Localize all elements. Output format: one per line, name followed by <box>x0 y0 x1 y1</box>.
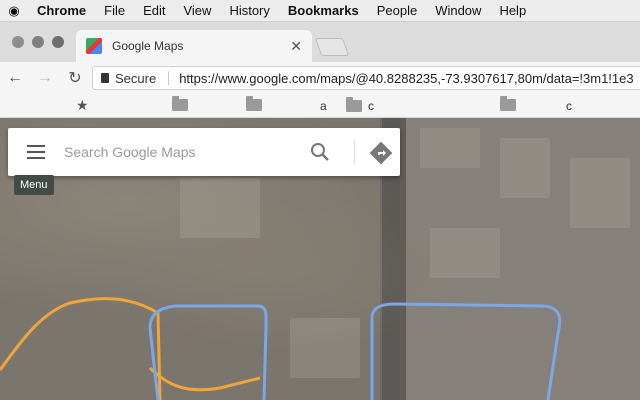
menu-people[interactable]: People <box>368 3 426 18</box>
menu-file[interactable]: File <box>95 3 134 18</box>
search-input[interactable] <box>64 144 294 160</box>
bookmark-label: c <box>566 99 572 113</box>
bookmark-item-a[interactable]: a <box>320 99 327 113</box>
search-divider <box>354 140 355 164</box>
address-bar[interactable]: Secure https://www.google.com/maps/@40.8… <box>92 66 640 90</box>
secure-label: Secure <box>115 70 157 86</box>
window-close-button[interactable] <box>12 36 24 48</box>
folder-icon <box>346 97 362 112</box>
menu-tooltip: Menu <box>14 175 54 195</box>
folder-icon <box>500 96 516 111</box>
address-divider <box>168 71 170 85</box>
menu-history[interactable]: History <box>220 3 278 18</box>
maps-search-box <box>8 128 400 176</box>
menu-bar: ◉ Chrome File Edit View History Bookmark… <box>0 0 640 22</box>
bookmark-label: a <box>320 99 327 113</box>
bookmark-label: c <box>368 99 374 113</box>
forward-arrow-icon[interactable]: → <box>30 69 60 87</box>
menu-edit[interactable]: Edit <box>134 3 174 18</box>
apple-menu-icon[interactable]: ◉ <box>0 3 28 19</box>
reload-icon[interactable]: ↻ <box>60 68 90 88</box>
window-zoom-button[interactable] <box>52 36 64 48</box>
search-icon[interactable] <box>308 140 332 164</box>
menu-window[interactable]: Window <box>426 3 490 18</box>
window-minimize-button[interactable] <box>32 36 44 48</box>
directions-icon[interactable] <box>368 140 394 166</box>
tab-google-maps[interactable]: Google Maps ✕ <box>76 30 312 62</box>
menu-chrome[interactable]: Chrome <box>28 3 95 18</box>
bookmark-item-c[interactable]: c <box>566 99 572 113</box>
new-tab-button[interactable] <box>314 38 350 56</box>
bookmark-folder-2[interactable] <box>246 96 262 111</box>
tab-close-icon[interactable]: ✕ <box>290 38 302 55</box>
folder-icon <box>246 96 262 111</box>
menu-help[interactable]: Help <box>490 3 535 18</box>
lock-icon <box>101 73 109 83</box>
menu-view[interactable]: View <box>174 3 220 18</box>
back-arrow-icon[interactable]: ← <box>0 69 30 87</box>
bookmarks-bar: ★ a c c <box>0 94 640 118</box>
window-controls <box>12 36 64 48</box>
url-text: https://www.google.com/maps/@40.8288235,… <box>179 70 634 86</box>
tab-title: Google Maps <box>112 39 184 53</box>
tab-strip: Google Maps ✕ <box>0 22 640 62</box>
menu-hamburger-icon[interactable] <box>8 128 64 176</box>
menu-bookmarks[interactable]: Bookmarks <box>279 3 368 18</box>
folder-icon <box>172 96 188 111</box>
star-icon[interactable]: ★ <box>76 97 89 114</box>
bookmark-folder-3[interactable]: c <box>346 97 374 113</box>
browser-toolbar: ← → ↻ Secure https://www.google.com/maps… <box>0 62 640 94</box>
bookmark-folder-1[interactable] <box>172 96 194 111</box>
maps-favicon-icon <box>86 38 102 54</box>
bookmark-folder-4[interactable] <box>500 96 516 111</box>
